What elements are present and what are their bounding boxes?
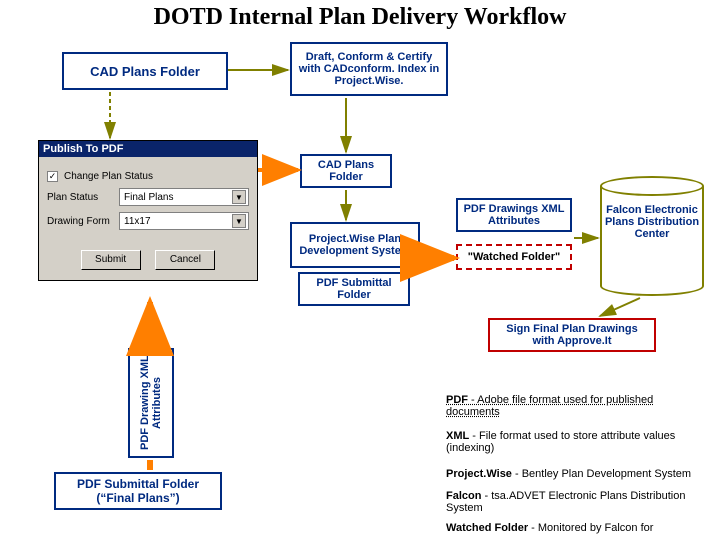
dropdown-icon[interactable]: ▼ xyxy=(232,214,246,228)
submit-button[interactable]: Submit xyxy=(81,250,141,270)
cancel-button[interactable]: Cancel xyxy=(155,250,215,270)
falcon-cylinder: Falcon Electronic Plans Distribution Cen… xyxy=(600,176,704,296)
box-vertical-attrs: PDF Drawing XML Attributes xyxy=(128,348,174,458)
drawing-form-label: Drawing Form xyxy=(47,216,119,227)
cylinder-label: Falcon Electronic Plans Distribution Cen… xyxy=(604,204,700,240)
box-projectwise: Project.Wise Plan Development System xyxy=(290,222,420,268)
dialog-title: Publish To PDF xyxy=(39,141,257,157)
gloss-pdf: PDF - Adobe file format used for publish… xyxy=(446,394,706,418)
gloss-xml: XML - File format used to store attribut… xyxy=(446,430,710,454)
gloss-projectwise: Project.Wise - Bentley Plan Development … xyxy=(446,468,710,480)
plan-status-select[interactable]: Final Plans ▼ xyxy=(119,188,249,206)
box-pdf-submittal: PDF Submittal Folder xyxy=(298,272,410,306)
dropdown-icon[interactable]: ▼ xyxy=(232,190,246,204)
plan-status-value: Final Plans xyxy=(124,192,173,203)
box-sign-final: Sign Final Plan Drawings with Approve.It xyxy=(488,318,656,352)
gloss-falcon: Falcon - tsa.ADVET Electronic Plans Dist… xyxy=(446,490,710,514)
page-title: DOTD Internal Plan Delivery Workflow xyxy=(0,4,720,31)
box-draft-conform: Draft, Conform & Certify with CADconform… xyxy=(290,42,448,96)
drawing-form-value: 11x17 xyxy=(124,216,151,227)
drawing-form-select[interactable]: 11x17 ▼ xyxy=(119,212,249,230)
box-final-plans: PDF Submittal Folder (“Final Plans”) xyxy=(54,472,222,510)
gloss-watched-folder: Watched Folder - Monitored by Falcon for xyxy=(446,522,710,534)
box-pdf-attrs: PDF Drawings XML Attributes xyxy=(456,198,572,232)
publish-pdf-dialog: Publish To PDF ✓ Change Plan Status Plan… xyxy=(38,140,258,281)
box-cad-plans-small: CAD Plans Folder xyxy=(300,154,392,188)
checkbox-label: Change Plan Status xyxy=(64,171,153,182)
checkbox-row[interactable]: ✓ Change Plan Status xyxy=(47,171,249,182)
box-watched-folder: "Watched Folder" xyxy=(456,244,572,270)
box-cad-plans-folder: CAD Plans Folder xyxy=(62,52,228,90)
checkbox-icon[interactable]: ✓ xyxy=(47,171,58,182)
plan-status-label: Plan Status xyxy=(47,192,119,203)
